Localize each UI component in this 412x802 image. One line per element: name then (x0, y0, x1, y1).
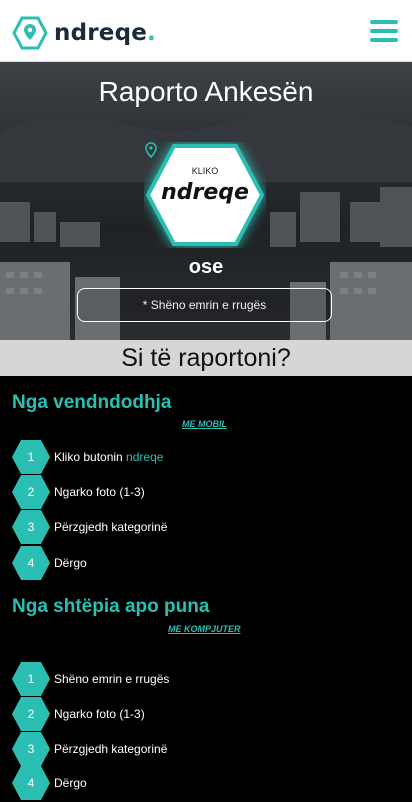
location-step-4: 4 Dërgo (12, 546, 402, 582)
location-step-2: 2 Ngarko foto (1-3) (12, 475, 402, 511)
street-name-input[interactable]: * Shëno emrin e rrugës (77, 288, 332, 322)
page-title: Raporto Ankesën (98, 76, 314, 107)
brand-logo[interactable]: ndreqe. (12, 15, 156, 51)
location-section-title: Nga vendndodhja (12, 392, 172, 413)
home-step-3: 3 Përzgjedh kategorinë (12, 732, 402, 768)
kliko-label: KLIKO (191, 166, 219, 176)
home-step-4: 4 Dërgo (12, 766, 402, 802)
or-separator: ose (188, 256, 224, 278)
brand-name: ndreqe. (54, 20, 156, 46)
ndreqe-label: ndreqe (161, 180, 249, 205)
computer-link[interactable]: ME KOMPJUTER (168, 624, 241, 634)
home-step-2: 2 Ngarko foto (1-3) (12, 697, 402, 733)
location-pin-icon (145, 142, 157, 158)
hamburger-menu-icon[interactable] (370, 20, 398, 42)
location-step-1: 1 Kliko butonin ndreqe (12, 440, 402, 476)
home-section-title: Nga shtëpia apo puna (12, 596, 210, 617)
location-step-3: 3 Përzgjedh kategorinë (12, 510, 402, 546)
report-location-button[interactable]: KLIKO ndreqe (144, 142, 266, 248)
hero-banner: Raporto Ankesën KLIKO ndreqe ose * Shëno… (0, 62, 412, 340)
how-to-report-heading: Si të raportoni? (0, 340, 412, 376)
home-step-1: 1 Shëno emrin e rrugës (12, 662, 402, 698)
location-pin-hex-icon (12, 16, 48, 50)
app-header: ndreqe. (0, 0, 412, 62)
mobile-link[interactable]: ME MOBIL (182, 419, 227, 429)
